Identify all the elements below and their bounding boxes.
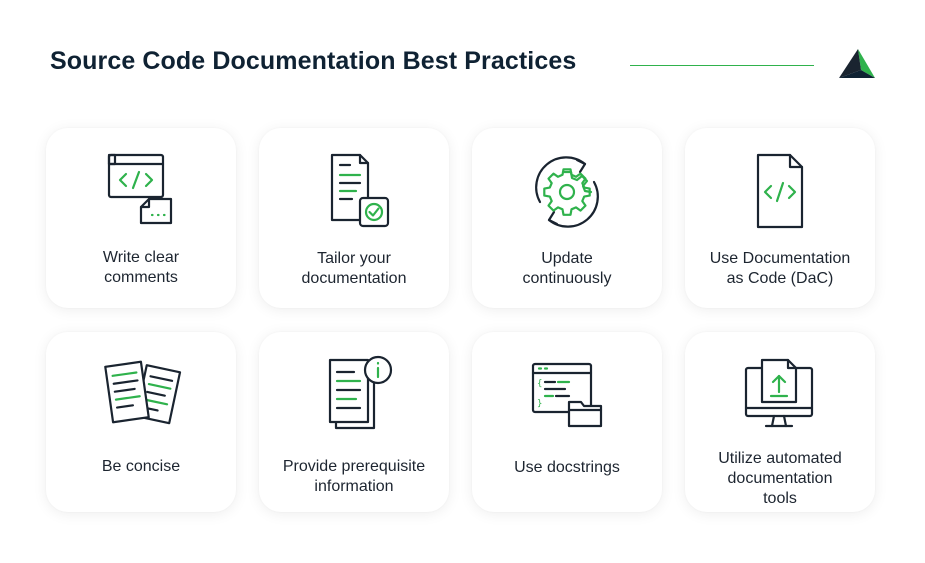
- card-documentation-as-code: Use Documentation as Code (DaC): [685, 128, 875, 308]
- svg-text:}: }: [537, 399, 542, 409]
- card-update-continuously: Update continuously: [472, 128, 662, 308]
- card-label: Write clear comments: [102, 249, 180, 286]
- monitor-upload-icon: [744, 358, 814, 428]
- code-folder-icon: { }: [531, 362, 603, 428]
- card-label: Be concise: [101, 458, 181, 475]
- card-label: Use docstrings: [514, 459, 620, 476]
- card-write-clear-comments: Write clear comments: [46, 128, 236, 308]
- card-use-docstrings: { } Use docstrings: [472, 332, 662, 512]
- practices-grid: Write clear comments Tailor your documen…: [46, 128, 875, 512]
- card-be-concise: Be concise: [46, 332, 236, 512]
- code-window-icon: [107, 153, 173, 225]
- gear-refresh-icon: [535, 156, 599, 228]
- card-label: Tailor your documentation: [301, 250, 407, 287]
- document-info-icon: [328, 355, 393, 430]
- arrow-triangle-logo-icon: [839, 49, 875, 78]
- card-automated-tools: Utilize automated documentation tools: [685, 332, 875, 512]
- papers-icon: [104, 360, 182, 425]
- card-label: Update continuously: [522, 250, 612, 287]
- document-check-icon: [330, 153, 390, 228]
- card-tailor-documentation: Tailor your documentation: [259, 128, 449, 308]
- card-prerequisite-information: Provide prerequisite information: [259, 332, 449, 512]
- title-divider: [630, 65, 814, 66]
- code-file-icon: [756, 153, 804, 229]
- card-label: Provide prerequisite information: [282, 458, 426, 495]
- page-title: Source Code Documentation Best Practices: [50, 47, 577, 75]
- svg-text:{: {: [537, 379, 542, 389]
- card-label: Utilize automated documentation tools: [718, 450, 842, 507]
- card-label: Use Documentation as Code (DaC): [709, 250, 851, 287]
